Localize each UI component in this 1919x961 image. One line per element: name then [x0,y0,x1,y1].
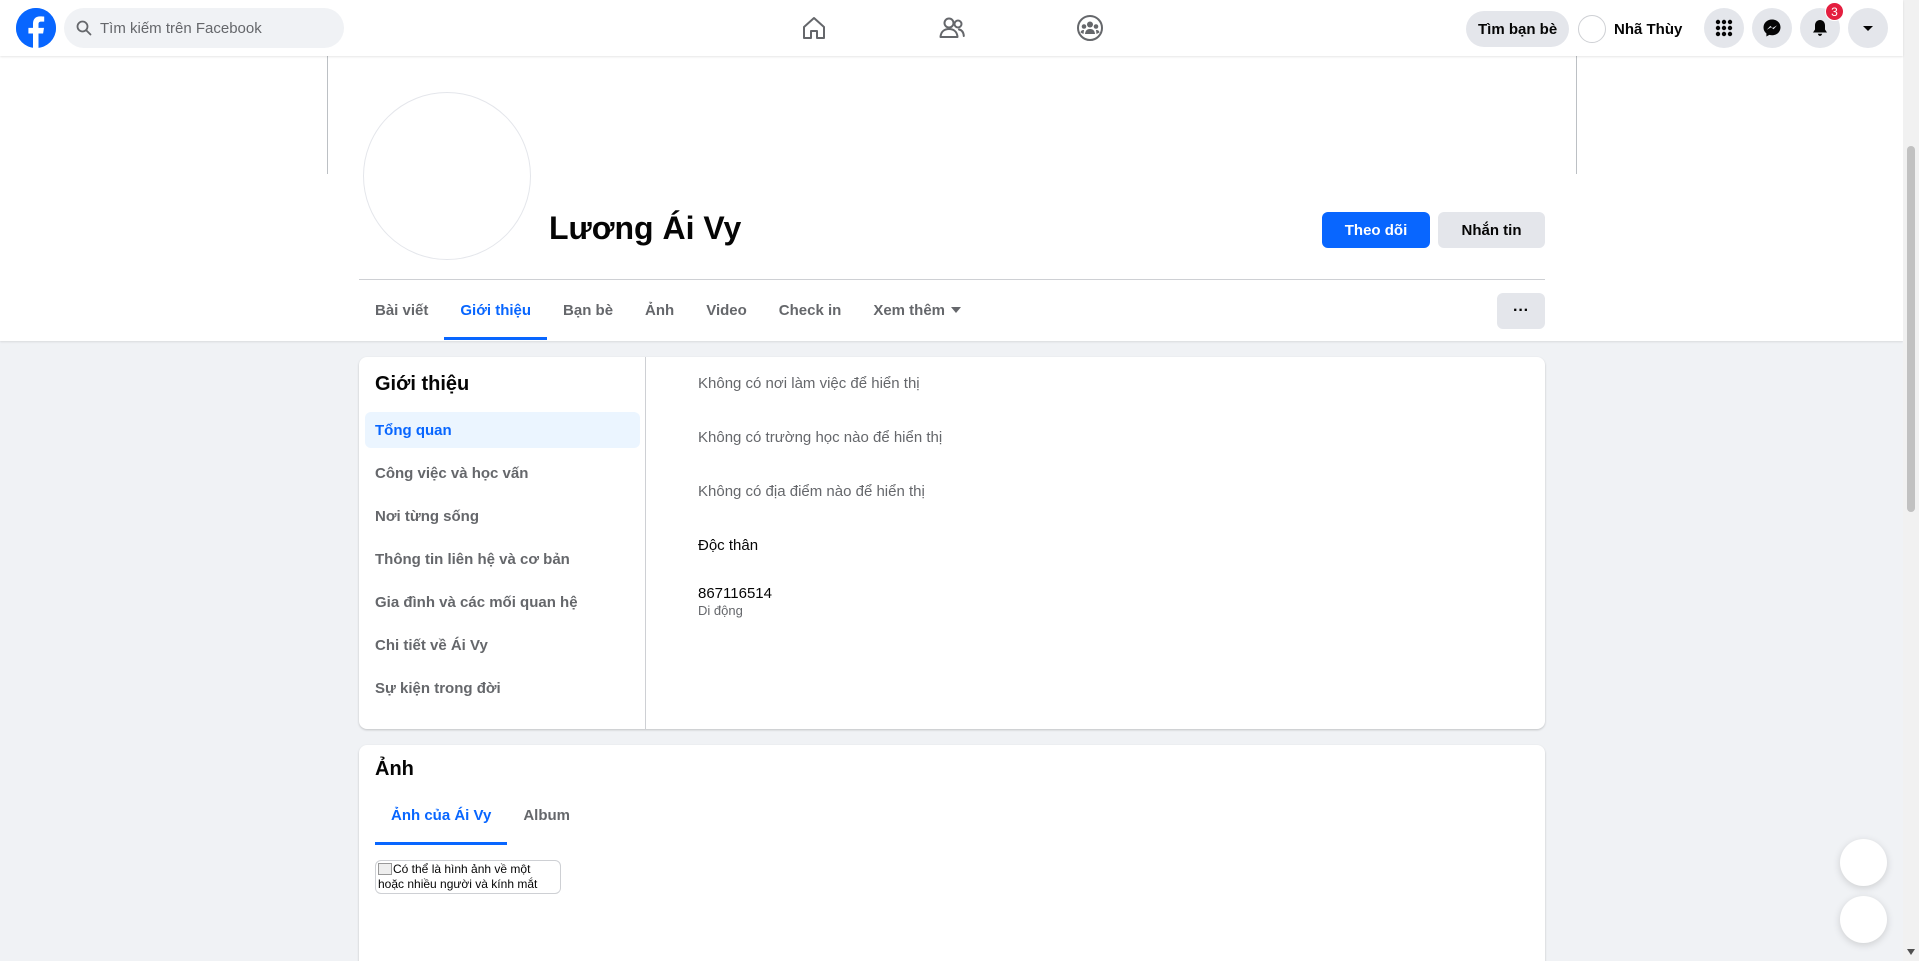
about-menu-contact-basic-info[interactable]: Thông tin liên hệ và cơ bản [365,541,640,577]
notification-badge: 3 [1825,2,1844,21]
caret-down-icon [1863,26,1873,31]
tab-videos[interactable]: Video [690,280,763,340]
about-menu-places-lived[interactable]: Nơi từng sống [365,498,640,534]
scroll-down-arrow-icon[interactable] [1907,949,1915,955]
scrollbar-thumb[interactable] [1907,146,1915,512]
about-menu-work-education[interactable]: Công việc và học vấn [365,455,640,491]
grid-menu-icon [1715,19,1733,37]
broken-image-icon [378,863,392,875]
profile-tabs: Bài viết Giới thiệu Bạn bè Ảnh Video Che… [359,280,977,340]
search-input[interactable] [100,19,330,37]
search-box[interactable] [64,8,344,48]
tab-photos[interactable]: Ảnh [629,280,690,340]
tab-friends[interactable]: Bạn bè [547,280,629,340]
education-info: Không có trường học nào để hiển thị [698,429,943,446]
messenger-icon [1763,19,1781,37]
message-button[interactable]: Nhắn tin [1438,212,1545,248]
scrollbar[interactable] [1903,0,1919,961]
tab-user-photos[interactable]: Ảnh của Ái Vy [375,785,508,845]
avatar [1578,15,1606,43]
about-card: Giới thiệu Tổng quan Công việc và học vấ… [359,357,1545,729]
friends-icon [939,17,965,38]
about-menu-family-relationships[interactable]: Gia đình và các mối quan hệ [365,584,640,620]
top-navigation-bar: Tìm bạn bè Nhã Thùy 3 [0,0,1903,56]
about-menu: Tổng quan Công việc và học vấn Nơi từng … [365,412,640,713]
profile-name: Lương Ái Vy [549,210,742,246]
search-icon [76,20,92,36]
tab-about[interactable]: Giới thiệu [444,280,547,340]
notifications-button[interactable]: 3 [1800,2,1844,48]
new-message-button[interactable] [1840,896,1887,943]
groups-icon [1077,15,1103,41]
account-menu-button[interactable] [1848,8,1888,48]
cover-photo-edge [327,56,328,174]
about-title: Giới thiệu [375,373,470,395]
about-menu-details[interactable]: Chi tiết về Ái Vy [365,627,640,663]
groups-nav-button[interactable] [1034,8,1146,48]
tab-see-more-label: Xem thêm [873,301,946,319]
cover-photo-edge [1576,56,1577,174]
photo-thumbnail[interactable]: Có thể là hình ảnh về một hoặc nhiều ngư… [375,860,561,894]
places-info: Không có địa điểm nào để hiển thị [698,483,925,500]
friends-nav-button[interactable] [896,8,1008,48]
follow-button[interactable]: Theo dõi [1322,212,1430,248]
home-icon [803,17,825,39]
work-info: Không có nơi làm việc để hiển thị [698,375,920,392]
tab-albums[interactable]: Album [507,785,586,845]
relationship-status: Độc thân [698,537,759,554]
phone-number: 867116514 [698,585,772,602]
find-friends-button[interactable]: Tìm bạn bè [1466,11,1570,47]
tab-see-more[interactable]: Xem thêm [857,280,977,340]
user-name: Nhã Thùy [1614,20,1683,38]
tab-checkins[interactable]: Check in [763,280,858,340]
profile-picture[interactable] [363,92,531,260]
about-menu-life-events[interactable]: Sự kiện trong đời [365,670,640,706]
more-options-button[interactable]: ··· [1497,293,1545,329]
menu-button[interactable] [1704,8,1744,48]
facebook-logo-icon[interactable] [16,8,56,48]
photo-tabs: Ảnh của Ái Vy Album [375,785,586,845]
bell-icon [1813,20,1827,36]
chevron-down-icon [951,307,962,313]
photos-title: Ảnh [375,758,414,780]
floating-action-button[interactable] [1840,839,1887,886]
phone-type: Di động [698,603,743,618]
messenger-button[interactable] [1752,8,1792,48]
photo-alt-text: Có thể là hình ảnh về một hoặc nhiều ngư… [378,862,538,891]
tab-posts[interactable]: Bài viết [359,280,444,340]
profile-header: Lương Ái Vy Theo dõi Nhắn tin Bài viết G… [0,56,1903,341]
about-menu-overview[interactable]: Tổng quan [365,412,640,448]
about-sidebar: Giới thiệu Tổng quan Công việc và học vấ… [359,357,646,729]
home-nav-button[interactable] [758,8,870,48]
profile-shortcut[interactable]: Nhã Thùy [1578,11,1682,47]
photos-card: Ảnh Ảnh của Ái Vy Album Có thể là hình ả… [359,745,1545,961]
